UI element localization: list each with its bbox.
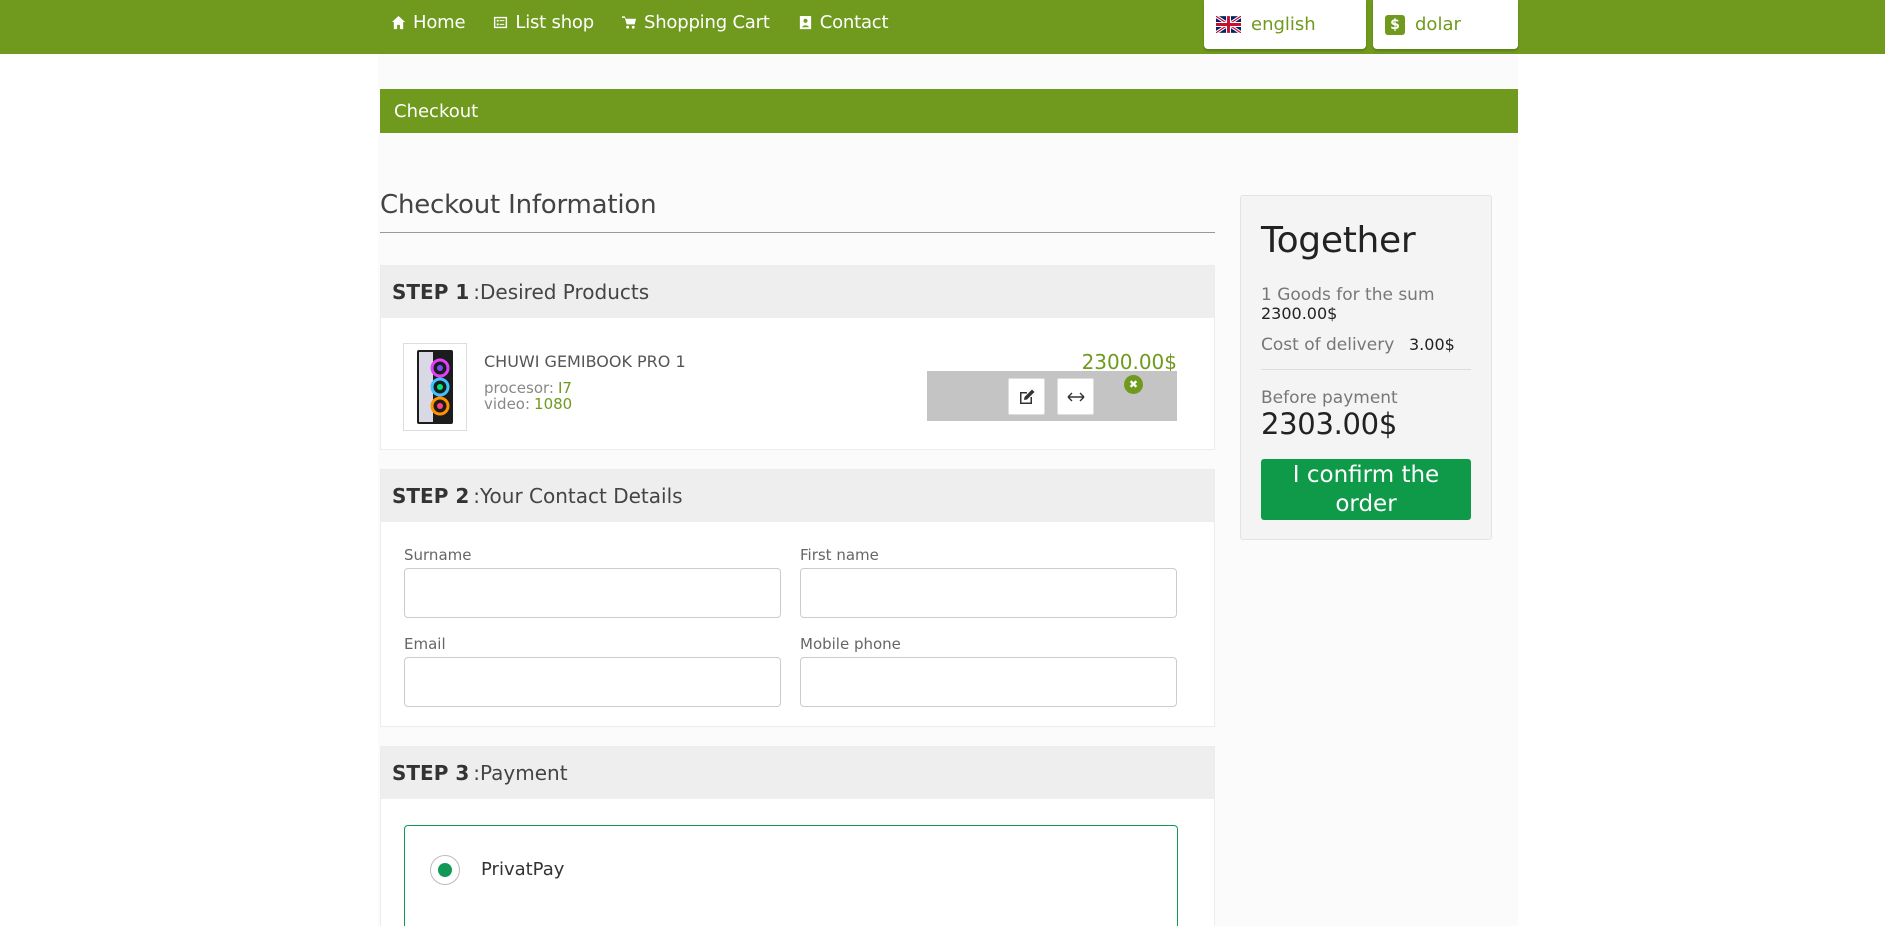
step3-title: :Payment [473, 761, 568, 785]
currency-label: dolar [1415, 14, 1461, 35]
payment-radio-selected[interactable] [430, 855, 460, 885]
nav-contact-label: Contact [819, 12, 889, 33]
step1-header: STEP 1 :Desired Products [381, 266, 1214, 318]
nav-shopping-cart-label: Shopping Cart [643, 12, 770, 33]
order-summary-panel: Together 1 Goods for the sum 2300.00$ Co… [1240, 195, 1492, 540]
contact-card-icon [799, 15, 811, 30]
step3-payment-card: STEP 3 :Payment PrivatPay [380, 746, 1215, 926]
product-thumbnail[interactable] [403, 343, 467, 431]
step1-products-card: STEP 1 :Desired Products CHUWI GEMIBOOK … [380, 265, 1215, 450]
step2-label: STEP 2 [392, 484, 470, 508]
first-name-label: First name [800, 546, 879, 564]
summary-goods-label: 1 Goods for the sum [1261, 285, 1435, 305]
nav-shopping-cart-link[interactable]: Shopping Cart [621, 12, 770, 33]
checkout-title-bar: Checkout [380, 89, 1518, 133]
step2-title: :Your Contact Details [473, 484, 683, 508]
payment-option-label: PrivatPay [481, 859, 565, 880]
first-name-input[interactable] [800, 568, 1177, 618]
heading-divider [380, 232, 1215, 233]
pc-case-image [417, 350, 453, 424]
product-attributes: procesor: I7 video: 1080 [484, 380, 572, 412]
nav-list-shop-label: List shop [515, 12, 594, 33]
summary-divider [1261, 369, 1471, 370]
step1-label: STEP 1 [392, 280, 470, 304]
payment-option-privatpay[interactable]: PrivatPay [404, 825, 1178, 926]
currency-selector[interactable]: $ dolar [1373, 0, 1518, 49]
main-nav: Home List shop Shopping Cart Contact [391, 12, 889, 33]
resize-product-button[interactable] [1057, 378, 1094, 415]
nav-list-shop-link[interactable]: List shop [493, 12, 594, 33]
product-attr-row: video: 1080 [484, 396, 572, 412]
confirm-order-button[interactable]: I confirm the order [1261, 459, 1471, 520]
nav-contact-link[interactable]: Contact [798, 12, 889, 33]
edit-product-button[interactable] [1008, 378, 1045, 415]
cart-icon [621, 16, 637, 29]
nav-home-link[interactable]: Home [391, 12, 466, 33]
summary-title: Together [1261, 220, 1416, 261]
close-icon: ✖ [1128, 378, 1139, 391]
surname-label: Surname [404, 546, 472, 564]
home-icon [391, 15, 406, 30]
top-navigation-bar: Home List shop Shopping Cart Contact eng… [0, 0, 1885, 54]
step2-header: STEP 2 :Your Contact Details [381, 470, 1214, 522]
mobile-phone-label: Mobile phone [800, 635, 901, 653]
language-selector[interactable]: english [1204, 0, 1366, 49]
checkout-heading: Checkout Information [380, 190, 657, 220]
delivery-cost-label: Cost of delivery [1261, 335, 1395, 355]
language-label: english [1251, 14, 1316, 35]
horizontal-arrows-icon [1067, 392, 1084, 401]
edit-icon [1019, 389, 1034, 404]
email-label: Email [404, 635, 446, 653]
attr-value: 1080 [534, 395, 573, 413]
list-icon [494, 16, 508, 29]
summary-goods-sum: 2300.00$ [1261, 304, 1338, 323]
mobile-phone-input[interactable] [800, 657, 1177, 707]
delivery-cost-value: 3.00$ [1409, 335, 1455, 354]
step3-label: STEP 3 [392, 761, 470, 785]
product-name[interactable]: CHUWI GEMIBOOK PRO 1 [484, 352, 686, 371]
step2-contact-card: STEP 2 :Your Contact Details Surname Fir… [380, 469, 1215, 727]
product-action-bar: ✖ [927, 371, 1177, 421]
dollar-icon: $ [1385, 14, 1405, 35]
step1-title: :Desired Products [473, 280, 650, 304]
order-total: 2303.00$ [1261, 407, 1397, 441]
product-attr-row: procesor: I7 [484, 380, 572, 396]
nav-home-label: Home [413, 12, 466, 33]
email-input[interactable] [404, 657, 781, 707]
step3-header: STEP 3 :Payment [381, 747, 1214, 799]
uk-flag-icon [1216, 16, 1241, 33]
surname-input[interactable] [404, 568, 781, 618]
remove-product-button[interactable]: ✖ [1124, 375, 1143, 394]
before-payment-label: Before payment [1261, 388, 1398, 408]
attr-key: video: [484, 395, 531, 413]
